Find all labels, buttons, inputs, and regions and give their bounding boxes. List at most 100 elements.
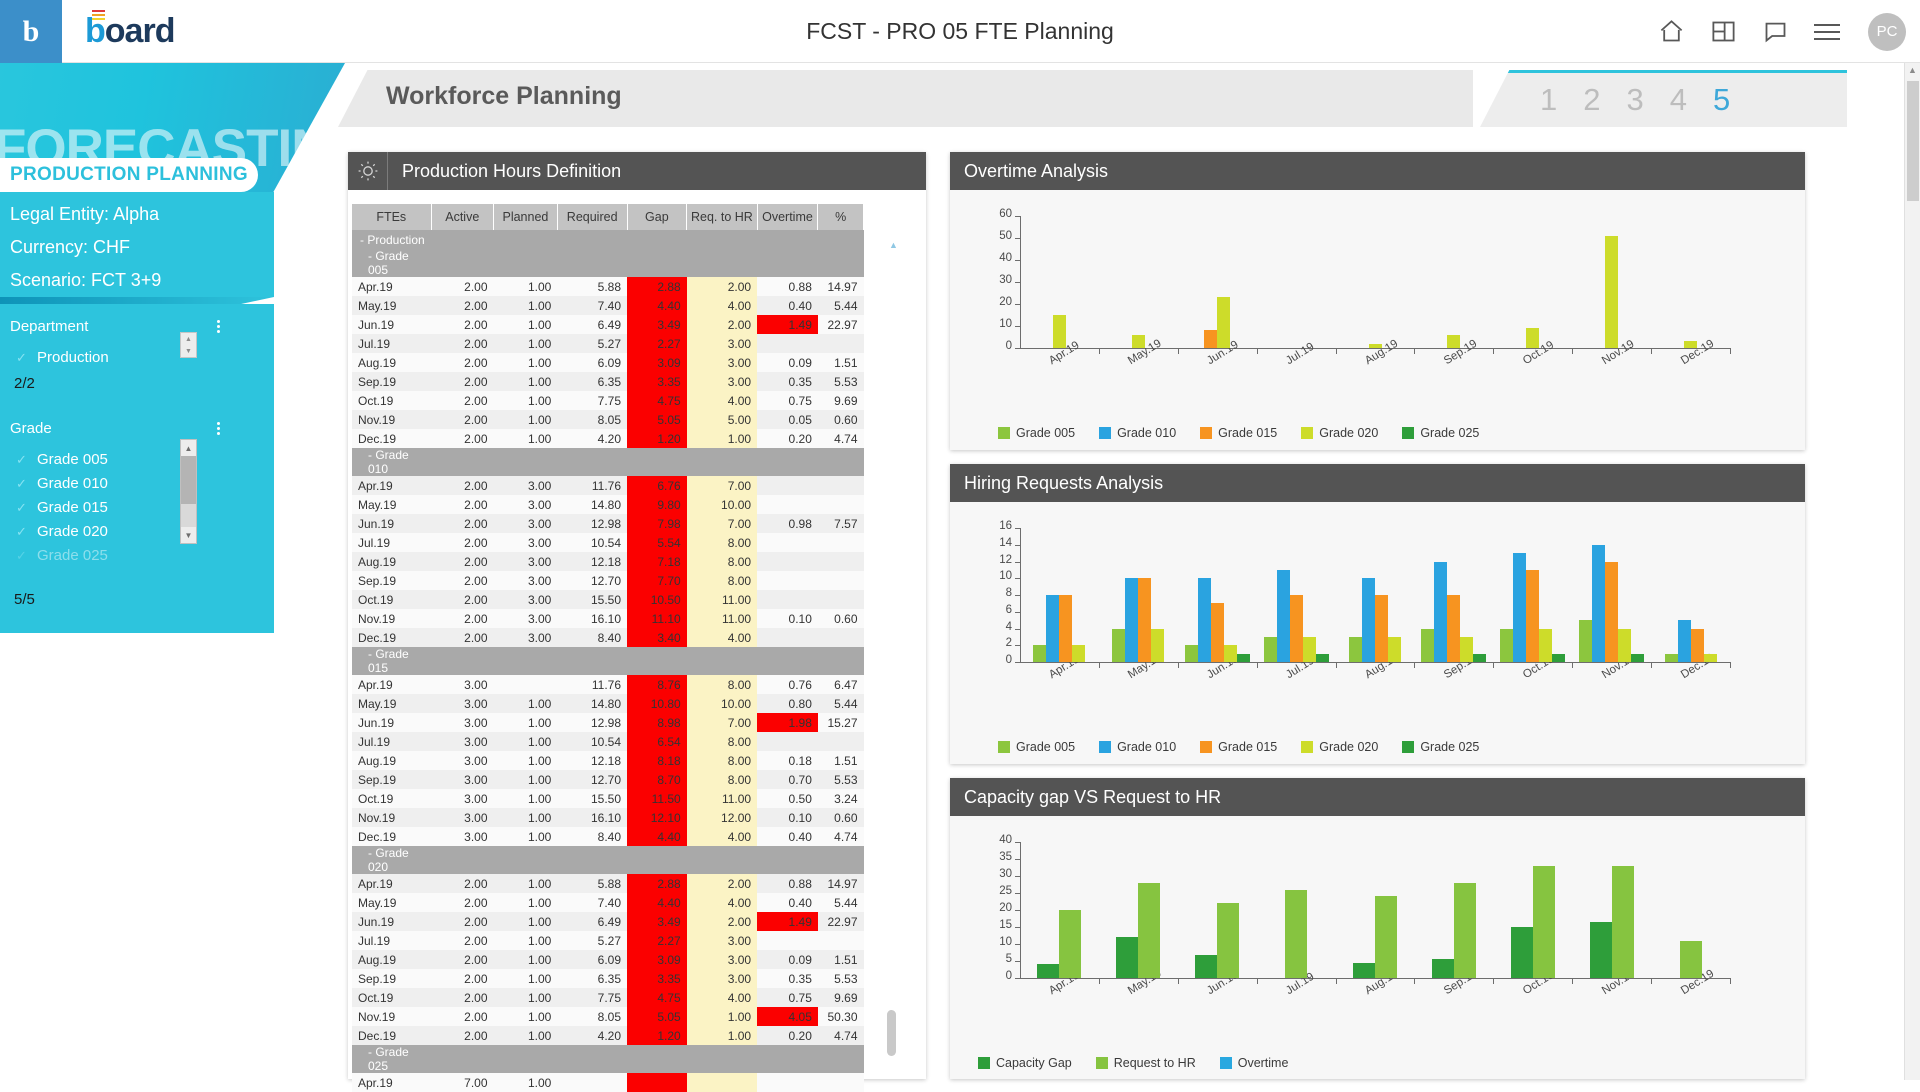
table-cell[interactable]: 3.35 bbox=[627, 372, 687, 391]
table-cell[interactable] bbox=[757, 1073, 818, 1092]
legend-item[interactable]: Request to HR bbox=[1096, 1056, 1196, 1070]
table-cell[interactable]: 6.49 bbox=[557, 912, 627, 931]
table-cell[interactable]: 4.00 bbox=[687, 628, 757, 647]
table-cell[interactable]: 0.40 bbox=[757, 827, 818, 846]
table-cell[interactable]: 1.00 bbox=[494, 391, 558, 410]
table-cell[interactable]: 15.50 bbox=[557, 789, 627, 808]
table-cell[interactable]: 2.00 bbox=[431, 410, 494, 429]
table-cell[interactable]: 22.97 bbox=[818, 912, 864, 931]
table-cell[interactable]: 0.50 bbox=[757, 789, 818, 808]
table-cell[interactable]: 2.00 bbox=[431, 476, 494, 495]
chart-bar[interactable] bbox=[1059, 910, 1081, 978]
table-cell[interactable]: 3.00 bbox=[431, 675, 494, 694]
table-cell[interactable]: 3.35 bbox=[627, 969, 687, 988]
table-cell[interactable]: 1.00 bbox=[494, 429, 558, 448]
department-options-icon[interactable] bbox=[217, 320, 220, 333]
table-cell[interactable]: Jun.19 bbox=[352, 713, 431, 732]
table-cell[interactable]: 6.09 bbox=[557, 950, 627, 969]
table-cell[interactable] bbox=[557, 1073, 627, 1092]
brand-mark[interactable]: b bbox=[0, 0, 62, 63]
table-column-header[interactable]: Planned bbox=[494, 204, 558, 230]
table-cell[interactable]: 4.40 bbox=[627, 893, 687, 912]
table-cell[interactable]: May.19 bbox=[352, 296, 431, 315]
table-cell[interactable]: 8.76 bbox=[627, 675, 687, 694]
table-row[interactable]: Nov.192.001.008.055.051.004.0550.30 bbox=[352, 1007, 864, 1026]
table-cell[interactable]: 3.00 bbox=[687, 931, 757, 950]
table-cell[interactable] bbox=[757, 732, 818, 751]
table-cell[interactable]: 6.35 bbox=[557, 372, 627, 391]
table-cell[interactable]: 50.30 bbox=[818, 1007, 864, 1026]
chart-bar[interactable] bbox=[1195, 955, 1217, 978]
table-cell[interactable]: 5.05 bbox=[627, 1007, 687, 1026]
table-cell[interactable]: 3.00 bbox=[494, 609, 558, 628]
table-cell[interactable]: 2.00 bbox=[431, 950, 494, 969]
chart-bar[interactable] bbox=[1033, 645, 1046, 662]
table-cell[interactable]: 2.00 bbox=[431, 353, 494, 372]
table-cell[interactable]: 6.35 bbox=[557, 969, 627, 988]
legend-item[interactable]: Grade 010 bbox=[1099, 426, 1176, 440]
table-cell[interactable]: 4.40 bbox=[627, 296, 687, 315]
table-cell[interactable]: 11.00 bbox=[687, 789, 757, 808]
table-cell[interactable]: 3.00 bbox=[687, 353, 757, 372]
table-cell[interactable]: 1.00 bbox=[494, 988, 558, 1007]
table-cell[interactable]: 11.76 bbox=[557, 476, 627, 495]
table-cell[interactable]: 3.40 bbox=[627, 628, 687, 647]
table-cell[interactable]: 5.00 bbox=[687, 410, 757, 429]
chart-bar[interactable] bbox=[1198, 578, 1211, 662]
table-cell[interactable] bbox=[818, 571, 864, 590]
table-row[interactable]: Jun.193.001.0012.988.987.001.9815.27 bbox=[352, 713, 864, 732]
table-cell[interactable]: 0.60 bbox=[818, 808, 864, 827]
table-cell[interactable]: Sep.19 bbox=[352, 969, 431, 988]
table-cell[interactable]: Jul.19 bbox=[352, 334, 431, 353]
table-cell[interactable]: 7.00 bbox=[431, 1073, 494, 1092]
table-cell[interactable]: 2.27 bbox=[627, 334, 687, 353]
table-cell[interactable] bbox=[627, 1073, 687, 1092]
table-cell[interactable] bbox=[818, 931, 864, 950]
chart-bar[interactable] bbox=[1369, 344, 1382, 348]
table-cell[interactable] bbox=[818, 476, 864, 495]
table-cell[interactable]: Oct.19 bbox=[352, 391, 431, 410]
chart-bar[interactable] bbox=[1388, 637, 1401, 662]
table-cell[interactable]: 10.50 bbox=[627, 590, 687, 609]
table-cell[interactable]: 4.00 bbox=[687, 391, 757, 410]
table-cell[interactable]: 0.09 bbox=[757, 950, 818, 969]
chevron-down-icon[interactable]: ▼ bbox=[181, 345, 196, 357]
table-cell[interactable]: 3.00 bbox=[431, 694, 494, 713]
table-cell[interactable]: 1.51 bbox=[818, 353, 864, 372]
table-cell[interactable]: 15.27 bbox=[818, 713, 864, 732]
scroll-down-icon[interactable]: ▼ bbox=[181, 527, 196, 543]
legend-item[interactable]: Overtime bbox=[1220, 1056, 1289, 1070]
table-cell[interactable]: May.19 bbox=[352, 694, 431, 713]
table-cell[interactable]: 2.00 bbox=[431, 391, 494, 410]
table-row[interactable]: May.192.003.0014.809.8010.00 bbox=[352, 495, 864, 514]
table-cell[interactable]: 12.70 bbox=[557, 770, 627, 789]
table-cell[interactable]: Jun.19 bbox=[352, 315, 431, 334]
table-row[interactable]: Sep.193.001.0012.708.708.000.705.53 bbox=[352, 770, 864, 789]
table-cell[interactable]: 2.00 bbox=[431, 590, 494, 609]
table-cell[interactable]: 1.00 bbox=[494, 713, 558, 732]
table-cell[interactable]: Oct.19 bbox=[352, 789, 431, 808]
table-cell[interactable]: 5.05 bbox=[627, 410, 687, 429]
chart-bar[interactable] bbox=[1375, 595, 1388, 662]
table-cell[interactable]: 8.00 bbox=[687, 675, 757, 694]
table-cell[interactable]: Jul.19 bbox=[352, 533, 431, 552]
table-cell[interactable]: 11.10 bbox=[627, 609, 687, 628]
chart-bar[interactable] bbox=[1511, 927, 1533, 978]
table-cell[interactable]: 8.00 bbox=[687, 732, 757, 751]
table-cell[interactable] bbox=[757, 552, 818, 571]
table-cell[interactable]: 2.00 bbox=[431, 514, 494, 533]
wizard-step-5[interactable]: 5 bbox=[1713, 82, 1730, 118]
table-cell[interactable]: 10.00 bbox=[687, 495, 757, 514]
legend-item[interactable]: Grade 020 bbox=[1301, 740, 1378, 754]
legend-item[interactable]: Grade 020 bbox=[1301, 426, 1378, 440]
table-cell[interactable] bbox=[818, 628, 864, 647]
legend-item[interactable]: Grade 005 bbox=[998, 740, 1075, 754]
table-cell[interactable]: 3.00 bbox=[494, 628, 558, 647]
table-row[interactable]: Aug.192.001.006.093.093.000.091.51 bbox=[352, 353, 864, 372]
table-cell[interactable]: 1.00 bbox=[494, 893, 558, 912]
table-cell[interactable]: 3.00 bbox=[494, 476, 558, 495]
table-cell[interactable]: May.19 bbox=[352, 495, 431, 514]
chart-bar[interactable] bbox=[1037, 964, 1059, 978]
table-cell[interactable]: 5.88 bbox=[557, 277, 627, 296]
table-cell[interactable]: 2.00 bbox=[431, 1026, 494, 1045]
